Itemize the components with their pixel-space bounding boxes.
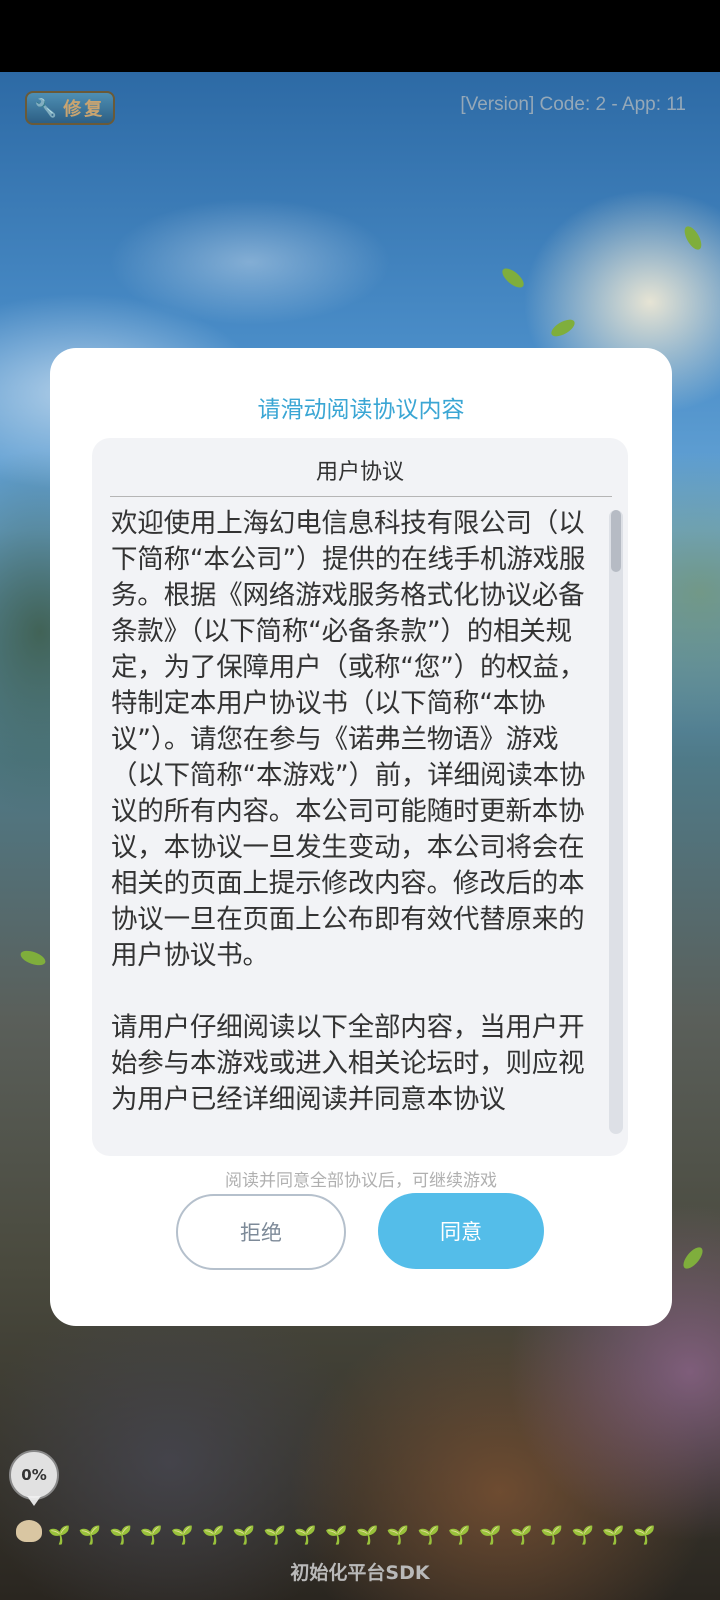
agreement-scroll-box[interactable]: 用户协议 欢迎使用上海幻电信息科技有限公司（以下简称“本公司”）提供的在线手机游…	[92, 438, 628, 1156]
hint-text: 阅读并同意全部协议后，可继续游戏	[225, 1171, 497, 1191]
sprout-icon: 🌱	[510, 1525, 533, 1546]
sprout-icon: 🌱	[263, 1525, 287, 1546]
sprout-icon: 🌱	[479, 1525, 502, 1546]
version-text: [Version] Code: 2 - App: 11	[460, 94, 686, 115]
leaf-decoration	[548, 316, 578, 340]
sprout-icon: 🌱	[602, 1525, 625, 1546]
sprout-icon: 🌱	[171, 1525, 194, 1546]
progress-percent: 0%	[21, 1466, 47, 1484]
sprout-icon: 🌱	[417, 1525, 441, 1546]
sprout-icon: 🌱	[356, 1525, 379, 1546]
scrollbar[interactable]	[609, 510, 623, 1134]
reject-button[interactable]: 拒绝	[176, 1194, 346, 1270]
agree-button[interactable]: 同意	[378, 1193, 544, 1269]
sprout-icon: 🌱	[202, 1525, 225, 1546]
sprout-icon: 🌱	[448, 1525, 471, 1546]
leaf-decoration	[680, 1244, 706, 1272]
dialog-title: 请滑动阅读协议内容	[257, 397, 465, 423]
sprout-icon: 🌱	[48, 1525, 71, 1546]
agreement-text: 欢迎使用上海幻电信息科技有限公司（以下简称“本公司”）提供的在线手机游戏服务。根…	[111, 508, 586, 1115]
progress-indicator: 0%	[9, 1450, 59, 1500]
sprout-icon: 🌱	[386, 1525, 410, 1546]
agreement-dialog: 请滑动阅读协议内容 用户协议 欢迎使用上海幻电信息科技有限公司（以下简称“本公司…	[50, 348, 672, 1326]
loading-status-label: 初始化平台SDK	[290, 1562, 430, 1584]
sprout-icon: 🌱	[140, 1525, 163, 1546]
progress-pointer	[27, 1496, 41, 1506]
snail-icon	[16, 1520, 42, 1542]
repair-button-label: 修复	[63, 99, 106, 120]
divider	[110, 496, 612, 497]
leaf-decoration	[681, 223, 705, 253]
progress-bar: 🌱 🌱 🌱 🌱 🌱 🌱 🌱 🌱 🌱 🌱 🌱 🌱 🌱 🌱 🌱 🌱 🌱 🌱 🌱 🌱	[48, 1526, 668, 1546]
sprout-icon: 🌱	[571, 1525, 595, 1546]
sprout-icon: 🌱	[109, 1525, 133, 1546]
scrollbar-thumb[interactable]	[611, 510, 621, 572]
reject-button-label: 拒绝	[240, 1221, 282, 1245]
sprout-icon: 🌱	[232, 1525, 256, 1546]
leaf-decoration	[499, 265, 527, 291]
sprout-icon: 🌱	[633, 1525, 656, 1546]
sprout-icon: 🌱	[540, 1525, 564, 1546]
agree-button-label: 同意	[440, 1220, 482, 1244]
agreement-title: 用户协议	[315, 460, 404, 485]
sprout-icon: 🌱	[294, 1525, 317, 1546]
leaf-decoration	[18, 947, 48, 969]
sprout-icon: 🌱	[78, 1525, 102, 1546]
repair-button[interactable]: 🔧 修复	[25, 91, 115, 125]
sprout-icon: 🌱	[325, 1525, 348, 1546]
wrench-icon: 🔧	[34, 97, 58, 119]
